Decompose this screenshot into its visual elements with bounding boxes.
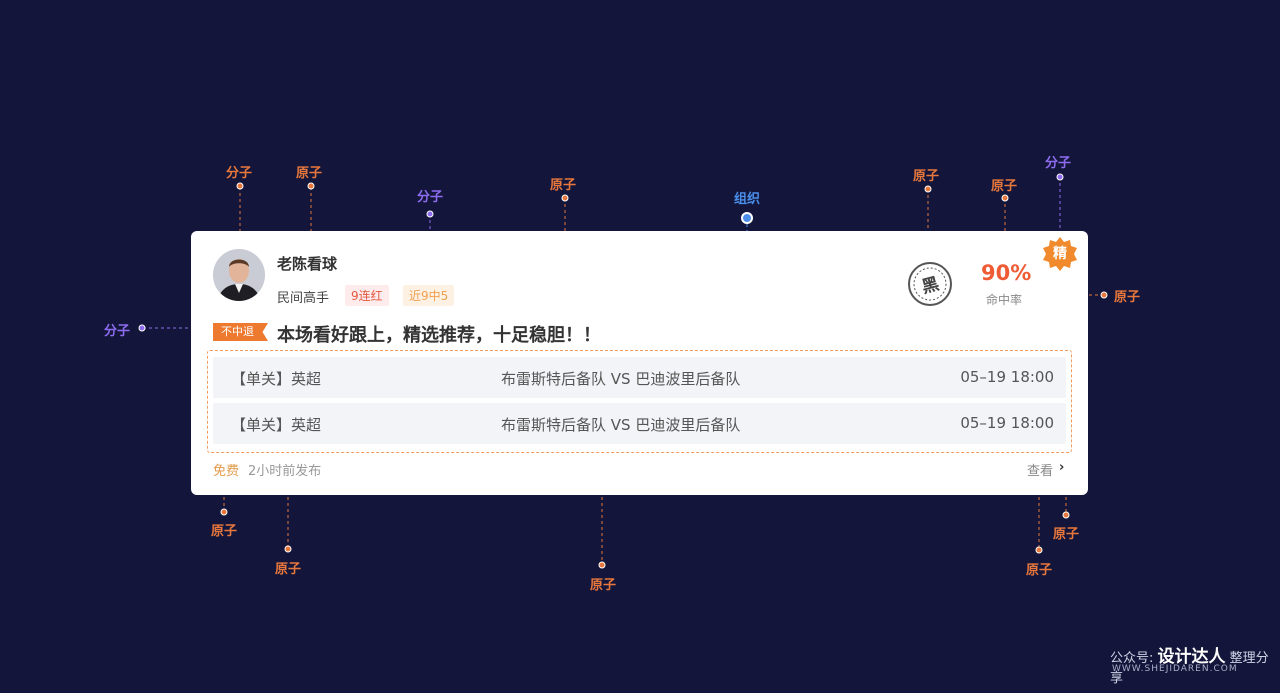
leader-dot: [284, 545, 292, 553]
leader-dot: [307, 182, 315, 190]
tip-card[interactable]: 老陈看球 民间高手 9连红 近9中5 黑 90% 命中率 精 不中退 本场看好跟…: [191, 231, 1088, 495]
match-row[interactable]: 【单关】英超 布雷斯特后备队 VS 巴迪波里后备队 05–19 18:00: [213, 357, 1066, 398]
stamp-text: 黑: [920, 274, 942, 298]
stamp-icon: 黑: [908, 262, 952, 306]
annotation-atom-label: 原子: [550, 178, 577, 193]
match-league: 【单关】英超: [231, 370, 322, 388]
match-teams: 布雷斯特后备队 VS 巴迪波里后备队: [501, 416, 741, 434]
hit-rate-value: 90%: [981, 261, 1032, 285]
user-name: 老陈看球: [277, 255, 338, 273]
chevron-right-icon[interactable]: ›: [1059, 460, 1064, 475]
leader-dot: [236, 182, 244, 190]
annotation-atom-label: 原子: [590, 578, 617, 593]
annotation-atom-label: 原子: [991, 179, 1018, 194]
leader-dot: [924, 185, 932, 193]
refund-if-miss-tag: 不中退: [213, 323, 268, 341]
annotation-atom-label: 原子: [1026, 563, 1053, 578]
user-level: 民间高手: [277, 291, 330, 306]
annotation-atom-label: 原子: [1053, 527, 1080, 542]
annotation-molecule-label: 分子: [417, 190, 444, 205]
price-label: 免费: [213, 464, 240, 479]
leader-dot: [598, 561, 606, 569]
recent-record-tag: 近9中5: [403, 285, 455, 306]
leader-dot: [561, 194, 569, 202]
view-link[interactable]: 查看: [1027, 460, 1053, 479]
leader-dot: [1100, 291, 1108, 299]
leader-dot: [1062, 511, 1070, 519]
annotation-atom-label: 原子: [913, 169, 940, 184]
annotation-atom-label: 原子: [296, 166, 323, 181]
tip-headline[interactable]: 本场看好跟上，精选推荐，十足稳胆！！: [277, 321, 601, 347]
leader-dot: [1035, 546, 1043, 554]
annotation-atom-label: 原子: [211, 524, 238, 539]
match-time: 05–19 18:00: [960, 368, 1054, 386]
annotation-atom-label: 分子: [226, 166, 253, 181]
watermark: 公众号: 设计达人 整理分享 WWW.SHEJIDAREN.COM: [1110, 642, 1280, 686]
leader-dot: [426, 210, 434, 218]
match-teams: 布雷斯特后备队 VS 巴迪波里后备队: [501, 370, 741, 388]
leader-dot: [220, 508, 228, 516]
leader-dot: [1056, 173, 1064, 181]
leader-dot: [1001, 194, 1009, 202]
match-league: 【单关】英超: [231, 416, 322, 434]
watermark-url: WWW.SHEJIDAREN.COM: [1112, 664, 1238, 674]
annotation-molecule-label: 分子: [1045, 156, 1072, 171]
hit-rate-label: 命中率: [986, 293, 1023, 307]
posted-time: 2小时前发布: [248, 464, 322, 479]
annotation-atom-label: 原子: [1114, 290, 1141, 305]
annotation-molecule-label: 分子: [104, 324, 131, 339]
annotation-atom-label: 原子: [275, 562, 302, 577]
avatar[interactable]: [213, 249, 265, 301]
annotation-organism-label: 组织: [734, 192, 761, 207]
leader-dot: [741, 212, 753, 224]
leader-dot: [138, 324, 146, 332]
featured-badge-text: 精: [1053, 246, 1067, 262]
match-row[interactable]: 【单关】英超 布雷斯特后备队 VS 巴迪波里后备队 05–19 18:00: [213, 403, 1066, 444]
streak-tag: 9连红: [345, 285, 389, 306]
match-list: 【单关】英超 布雷斯特后备队 VS 巴迪波里后备队 05–19 18:00 【单…: [207, 350, 1072, 453]
match-time: 05–19 18:00: [960, 414, 1054, 432]
